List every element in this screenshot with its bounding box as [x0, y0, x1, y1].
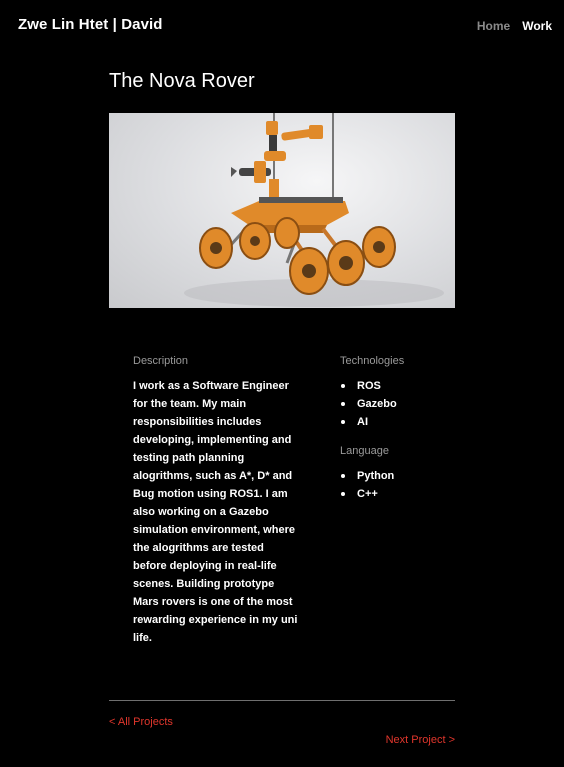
project-hero-image [109, 113, 455, 308]
page-title: The Nova Rover [109, 70, 255, 92]
next-project-link[interactable]: Next Project > [386, 734, 455, 746]
footer-divider [109, 700, 455, 701]
list-item: C++ [340, 485, 460, 503]
languages-list: Python C++ [340, 467, 460, 503]
description-text: I work as a Software Engineer for the te… [133, 380, 298, 644]
all-projects-link[interactable]: < All Projects [109, 716, 173, 728]
nav-work-link[interactable]: Work [522, 19, 552, 33]
list-item: ROS [340, 377, 460, 395]
technologies-list: ROS Gazebo AI [340, 377, 460, 431]
details-column: Technologies ROS Gazebo AI Language Pyth… [340, 355, 460, 517]
nav-home-link[interactable]: Home [477, 19, 510, 33]
list-item: AI [340, 413, 460, 431]
technologies-label: Technologies [340, 355, 405, 367]
top-nav: Home Work [477, 19, 552, 33]
description-column: Description I work as a Software Enginee… [133, 355, 298, 647]
language-label: Language [340, 445, 389, 457]
rover-illustration [184, 113, 444, 307]
list-item: Gazebo [340, 395, 460, 413]
brand-logo-link[interactable]: Zwe Lin Htet | David [18, 16, 163, 33]
page: Zwe Lin Htet | David Home Work The Nova … [0, 0, 564, 767]
list-item: Python [340, 467, 460, 485]
description-label: Description [133, 355, 189, 367]
